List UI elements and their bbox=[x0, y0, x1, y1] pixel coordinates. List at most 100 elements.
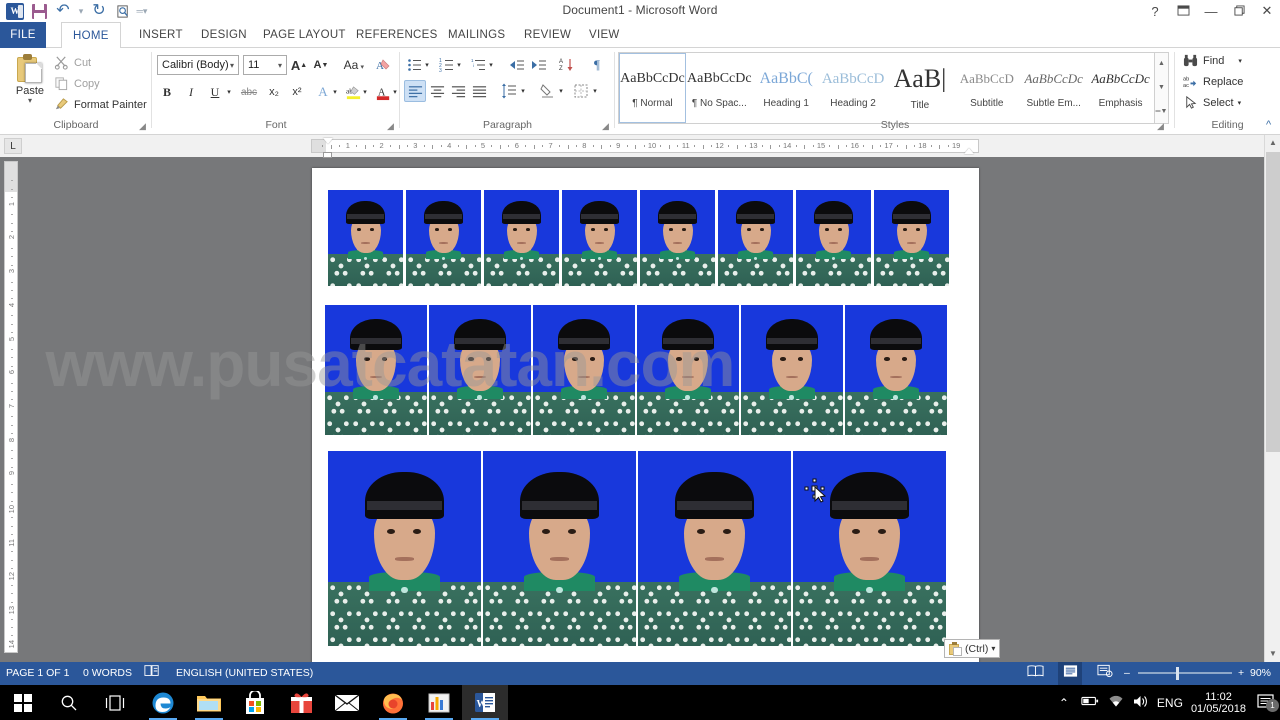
vertical-scrollbar[interactable]: ▲ ▼ bbox=[1264, 135, 1280, 662]
change-case-button[interactable]: Aa ▾ bbox=[338, 54, 364, 76]
taskbar-app-word-icon[interactable]: W bbox=[462, 685, 508, 720]
styles-dialog-launcher[interactable]: ◢ bbox=[1157, 121, 1167, 131]
font-size-box[interactable]: 11 ▾ bbox=[243, 55, 287, 75]
tab-home[interactable]: HOME bbox=[61, 22, 121, 49]
multilevel-caret-icon[interactable]: ▾ bbox=[486, 54, 496, 76]
collapse-ribbon-icon[interactable]: ^ bbox=[1266, 120, 1276, 131]
scroll-up-icon[interactable]: ▲ bbox=[1265, 135, 1280, 151]
taskbar-app-microsoft-store-icon[interactable] bbox=[232, 685, 278, 720]
wifi-icon[interactable] bbox=[1103, 695, 1129, 711]
style-subtle-emphasis[interactable]: AaBbCcDc Subtle Em... bbox=[1020, 53, 1087, 123]
bullets-caret-icon[interactable]: ▾ bbox=[422, 54, 432, 76]
scrollbar-thumb[interactable] bbox=[1266, 152, 1280, 452]
print-layout-icon[interactable] bbox=[1058, 662, 1082, 685]
photo-image[interactable] bbox=[483, 451, 636, 646]
underline-caret-icon[interactable]: ▾ bbox=[224, 81, 234, 103]
style-normal[interactable]: AaBbCcDc ¶ Normal bbox=[619, 53, 686, 123]
photo-image[interactable] bbox=[741, 305, 843, 435]
photo-image[interactable] bbox=[637, 305, 739, 435]
taskbar-app-firefox-icon[interactable] bbox=[370, 685, 416, 720]
shading-caret-icon[interactable]: ▾ bbox=[556, 80, 566, 102]
photo-image[interactable] bbox=[640, 190, 715, 286]
align-center-icon[interactable] bbox=[426, 80, 448, 102]
photo-image[interactable] bbox=[325, 305, 427, 435]
select-caret-icon[interactable]: ▾ bbox=[1238, 99, 1242, 107]
borders-caret-icon[interactable]: ▾ bbox=[590, 80, 600, 102]
bold-button[interactable]: B bbox=[156, 81, 178, 103]
find-caret-icon[interactable]: ▾ bbox=[1238, 57, 1242, 65]
highlight-caret-icon[interactable]: ▾ bbox=[360, 81, 370, 103]
zoom-slider-track[interactable] bbox=[1138, 672, 1232, 674]
underline-button[interactable]: U bbox=[204, 81, 226, 103]
styles-gallery[interactable]: AaBbCcDc ¶ Normal AaBbCcDc ¶ No Spac... … bbox=[618, 52, 1169, 124]
italic-button[interactable]: I bbox=[180, 81, 202, 103]
font-name-caret-icon[interactable]: ▾ bbox=[230, 61, 234, 70]
styles-scroll-down-icon[interactable]: ▼ bbox=[1155, 77, 1168, 99]
clear-formatting-icon[interactable]: A bbox=[372, 54, 394, 76]
subscript-button[interactable]: x₂ bbox=[263, 81, 285, 103]
taskbar-app-gift-icon[interactable] bbox=[278, 685, 324, 720]
show-hidden-icons-icon[interactable]: ⌃ bbox=[1051, 696, 1077, 710]
volume-icon[interactable] bbox=[1129, 695, 1155, 711]
photo-image[interactable] bbox=[484, 190, 559, 286]
page-number-status[interactable]: PAGE 1 OF 1 bbox=[6, 662, 69, 685]
photo-image[interactable] bbox=[328, 451, 481, 646]
horizontal-ruler[interactable]: 1 2 3 4 5 6 7 8 9 10 11 12 13 14 15 16 17 18 19 bbox=[311, 138, 979, 158]
align-left-icon[interactable] bbox=[404, 80, 426, 102]
proofing-errors-icon[interactable] bbox=[144, 662, 160, 685]
photo-image[interactable] bbox=[533, 305, 635, 435]
tab-insert[interactable]: INSERT bbox=[128, 22, 194, 48]
tab-references[interactable]: REFERENCES bbox=[345, 22, 449, 48]
photo-image[interactable] bbox=[796, 190, 871, 286]
format-painter-button[interactable]: Format Painter bbox=[54, 96, 147, 114]
tab-design[interactable]: DESIGN bbox=[190, 22, 258, 48]
tab-page-layout[interactable]: PAGE LAYOUT bbox=[252, 22, 357, 48]
zoom-out-button[interactable]: – bbox=[1124, 662, 1130, 685]
photo-image[interactable] bbox=[793, 451, 946, 646]
scroll-down-icon[interactable]: ▼ bbox=[1265, 646, 1280, 662]
font-dialog-launcher[interactable]: ◢ bbox=[387, 121, 397, 131]
help-icon[interactable]: ? bbox=[1148, 4, 1162, 19]
action-center-icon[interactable]: 1 bbox=[1252, 693, 1280, 713]
increase-indent-icon[interactable] bbox=[528, 54, 550, 76]
shrink-font-button[interactable]: A ▼ bbox=[310, 54, 332, 76]
style-heading-1[interactable]: AaBbC( Heading 1 bbox=[753, 53, 820, 123]
read-mode-icon[interactable] bbox=[1024, 662, 1046, 685]
vertical-ruler[interactable]: 1 2 3 4 5 6 7 8 9 10 11 12 13 14 bbox=[4, 161, 18, 653]
windows-start-icon[interactable] bbox=[0, 685, 46, 720]
justify-icon[interactable] bbox=[468, 80, 490, 102]
zoom-level-label[interactable]: 90% bbox=[1250, 662, 1271, 685]
numbering-caret-icon[interactable]: ▾ bbox=[454, 54, 464, 76]
restore-button[interactable] bbox=[1232, 4, 1246, 19]
clipboard-dialog-launcher[interactable]: ◢ bbox=[139, 121, 149, 131]
input-language-indicator[interactable]: ENG bbox=[1155, 696, 1185, 710]
show-formatting-marks-icon[interactable]: ¶ bbox=[586, 54, 608, 76]
text-effects-caret-icon[interactable]: ▾ bbox=[330, 81, 340, 103]
replace-button[interactable]: ab ac Replace bbox=[1183, 73, 1243, 91]
paste-options-caret-icon[interactable]: ▾ bbox=[991, 644, 995, 653]
style-heading-2[interactable]: AaBbCcD Heading 2 bbox=[820, 53, 887, 123]
close-button[interactable]: ✕ bbox=[1260, 3, 1274, 19]
taskbar-app-photo-icon[interactable] bbox=[416, 685, 462, 720]
paste-options-button[interactable]: (Ctrl) ▾ bbox=[944, 639, 1001, 658]
word-count-status[interactable]: 0 WORDS bbox=[83, 662, 132, 685]
select-button[interactable]: Select ▾ bbox=[1183, 94, 1241, 112]
style-title[interactable]: AaB| Title bbox=[887, 53, 954, 123]
grow-font-button[interactable]: A ▲ bbox=[288, 54, 310, 76]
tab-mailings[interactable]: MAILINGS bbox=[437, 22, 516, 48]
copy-button[interactable]: Copy bbox=[54, 75, 100, 93]
cut-button[interactable]: Cut bbox=[54, 54, 91, 72]
sort-icon[interactable]: AZ bbox=[556, 54, 578, 76]
photo-image[interactable] bbox=[638, 451, 791, 646]
task-view-icon[interactable] bbox=[92, 685, 138, 720]
document-page[interactable] bbox=[312, 168, 979, 673]
taskbar-app-mail-icon[interactable] bbox=[324, 685, 370, 720]
styles-scroll-buttons[interactable]: ▲ ▼ ═▼ bbox=[1154, 53, 1168, 123]
superscript-button[interactable]: x² bbox=[286, 81, 308, 103]
line-spacing-icon[interactable] bbox=[498, 80, 520, 102]
shading-icon[interactable] bbox=[536, 80, 558, 102]
tab-file[interactable]: FILE bbox=[0, 22, 46, 48]
borders-icon[interactable] bbox=[570, 80, 592, 102]
style-no-spacing[interactable]: AaBbCcDc ¶ No Spac... bbox=[686, 53, 753, 123]
paragraph-dialog-launcher[interactable]: ◢ bbox=[602, 121, 612, 131]
